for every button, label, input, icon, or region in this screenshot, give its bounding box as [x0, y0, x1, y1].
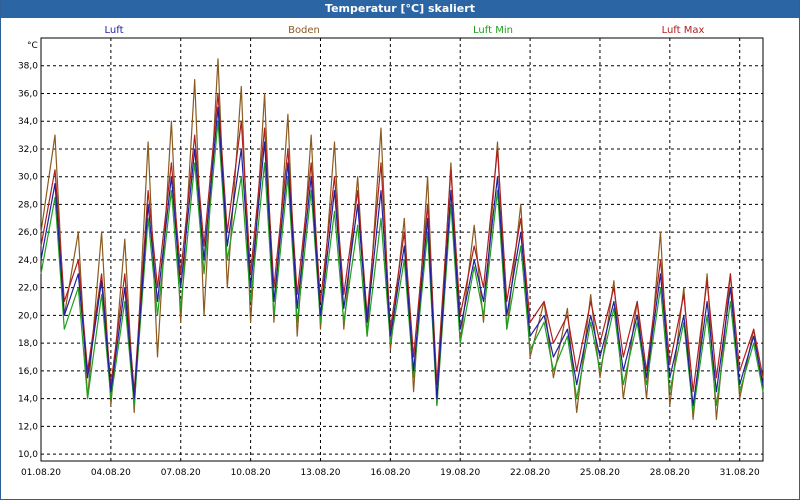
series-lines: [40, 58, 764, 420]
y-tick-label: 16,0: [18, 367, 38, 377]
x-tick-label: 25.08.20: [580, 468, 620, 478]
temperature-chart: Luft Boden Luft Min Luft Max °C 10,0 12,0…: [18, 25, 764, 478]
y-tick-label: 32,0: [18, 145, 38, 155]
x-tick-label: 04.08.20: [91, 468, 131, 478]
y-tick-label: 26,0: [18, 228, 38, 238]
y-tick-label: 14,0: [18, 395, 38, 405]
y-tick-label: 30,0: [18, 173, 38, 183]
chart-window: Temperatur [°C] skaliert Luft Boden Luft…: [0, 0, 800, 500]
y-axis-ticks: 10,0 12,0 14,0 16,0 18,0 20,0 22,0 24,0 26,0 28,0…: [18, 62, 38, 460]
legend-luft-max: Luft Max: [662, 25, 705, 36]
series-line-boden: [40, 58, 764, 420]
y-tick-label: 22,0: [18, 284, 38, 294]
x-tick-label: 22.08.20: [510, 468, 550, 478]
y-tick-label: 34,0: [18, 117, 38, 127]
y-tick-label: 24,0: [18, 256, 38, 266]
legend-boden: Boden: [288, 25, 320, 36]
legend-luft: Luft: [105, 25, 124, 36]
window-title-bar: Temperatur [°C] skaliert: [1, 0, 799, 18]
window-title: Temperatur [°C] skaliert: [325, 2, 475, 15]
y-tick-label: 38,0: [18, 62, 38, 72]
y-tick-label: 10,0: [18, 450, 38, 460]
x-tick-label: 10.08.20: [231, 468, 271, 478]
legend-luft-min: Luft Min: [473, 25, 513, 36]
y-axis-unit-label: °C: [27, 41, 38, 51]
x-tick-label: 19.08.20: [440, 468, 480, 478]
x-tick-label: 16.08.20: [370, 468, 410, 478]
x-tick-label: 07.08.20: [161, 468, 201, 478]
y-tick-label: 18,0: [18, 339, 38, 349]
y-tick-label: 28,0: [18, 200, 38, 210]
y-tick-label: 12,0: [18, 422, 38, 432]
y-tick-label: 20,0: [18, 311, 38, 321]
x-axis-ticks: 01.08.20 04.08.20 07.08.20 10.08.20 13.08.20…: [21, 468, 760, 478]
x-tick-label: 28.08.20: [650, 468, 690, 478]
legend: Luft Boden Luft Min Luft Max: [105, 25, 705, 36]
x-tick-label: 01.08.20: [21, 468, 61, 478]
x-tick-label: 13.08.20: [300, 468, 340, 478]
series-line-luft: [40, 106, 764, 407]
x-tick-label: 31.08.20: [720, 468, 760, 478]
y-tick-label: 36,0: [18, 89, 38, 99]
